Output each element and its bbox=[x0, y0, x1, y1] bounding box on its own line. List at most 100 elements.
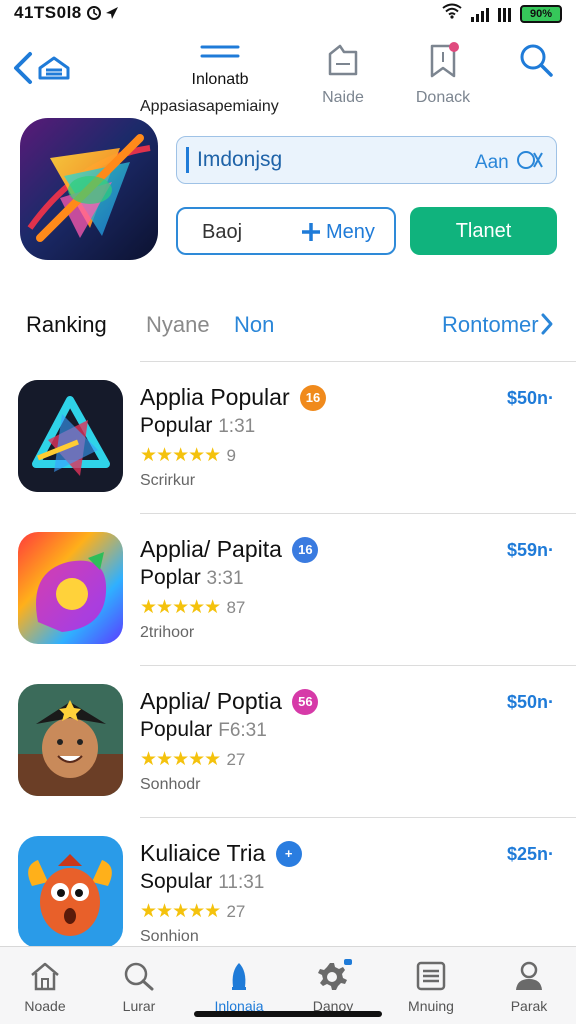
search-input[interactable] bbox=[197, 143, 437, 177]
bottom-tab-label: Lurar bbox=[122, 998, 156, 1014]
app-meta: 2trihoor bbox=[140, 624, 195, 641]
bottom-tab-updates[interactable]: Danoy bbox=[288, 953, 378, 1014]
app-title: Applia Popular 16 bbox=[140, 384, 326, 411]
stars-icon: ★★★★★ bbox=[140, 749, 221, 770]
app-title-text: Applia/ Poptia bbox=[140, 688, 282, 714]
gear-badge-icon bbox=[314, 959, 352, 996]
app-icon bbox=[18, 380, 123, 492]
app-title-text: Applia/ Papita bbox=[140, 536, 282, 562]
tab-nyane[interactable]: Nyane bbox=[146, 312, 210, 338]
nav-action-naide[interactable]: Naide bbox=[300, 42, 386, 107]
app-meta: Sonhion bbox=[140, 928, 199, 945]
stars-icon: ★★★★★ bbox=[140, 901, 221, 922]
rating-count: 9 bbox=[226, 446, 236, 465]
outline-button-left-label: Baoj bbox=[202, 221, 243, 243]
list-doc-icon bbox=[415, 961, 447, 996]
nav-subtitle: Appasiasapemiainy bbox=[140, 98, 279, 115]
app-badge: + bbox=[275, 841, 302, 867]
list-item[interactable]: Applia/ Papita 16 Poplar 3:31 ★★★★★ 87 2… bbox=[0, 514, 576, 666]
bottom-tab-label: Parak bbox=[510, 998, 548, 1014]
app-icon bbox=[18, 836, 123, 948]
rocket-icon bbox=[223, 961, 255, 996]
wifi-icon bbox=[442, 3, 462, 24]
app-title: Kuliaice Tria + bbox=[140, 840, 302, 867]
app-price[interactable]: $50n· bbox=[507, 388, 554, 409]
app-title: Applia/ Papita 16 bbox=[140, 536, 319, 563]
bottom-tab-profile[interactable]: Parak bbox=[484, 953, 574, 1014]
nav-search-button[interactable] bbox=[510, 42, 562, 83]
search-icon bbox=[518, 42, 554, 83]
nav-center-title-group: Inlonatb Appasiasapemiainy bbox=[140, 44, 300, 115]
app-subtitle-text: Popular bbox=[140, 414, 213, 437]
text-caret bbox=[186, 147, 189, 173]
rating-count: 27 bbox=[226, 902, 246, 921]
list-item[interactable]: Applia/ Poptia 56 Popular F6:31 ★★★★★ 27… bbox=[0, 666, 576, 818]
status-time: 41TS0l8 bbox=[14, 3, 82, 22]
outline-button-right-label: Meny bbox=[326, 221, 375, 243]
bottom-tab-active[interactable]: Inlonaia bbox=[194, 953, 284, 1014]
person-icon bbox=[513, 961, 545, 996]
bottom-tab-list[interactable]: Mnuing bbox=[386, 953, 476, 1014]
app-subtitle: Popular 1:31 bbox=[140, 414, 255, 438]
plus-icon bbox=[300, 221, 322, 248]
bookmark-flag-icon bbox=[426, 42, 460, 83]
featured-app-icon[interactable] bbox=[20, 118, 158, 260]
clear-x-icon bbox=[516, 149, 544, 177]
app-badge: 56 bbox=[292, 689, 319, 715]
stars-icon: ★★★★★ bbox=[140, 597, 221, 618]
bottom-tab-home[interactable]: Noade bbox=[0, 953, 90, 1014]
nav-action-label: Donack bbox=[415, 89, 471, 106]
home-icon bbox=[29, 961, 61, 996]
cellular-icon bbox=[498, 6, 511, 22]
search-icon bbox=[123, 961, 155, 996]
home-indicator[interactable] bbox=[194, 1011, 382, 1017]
bottom-tab-search[interactable]: Lurar bbox=[94, 953, 184, 1014]
star-rating: ★★★★★ 27 bbox=[140, 748, 245, 771]
top-navigation: Inlonatb Appasiasapemiainy Naide Donack bbox=[0, 36, 576, 116]
app-subtitle-extra: 3:31 bbox=[206, 568, 244, 589]
app-subtitle: Popular F6:31 bbox=[140, 718, 267, 742]
star-rating: ★★★★★ 27 bbox=[140, 900, 245, 923]
app-price[interactable]: $59n· bbox=[507, 540, 554, 561]
back-chevron-store-icon bbox=[12, 52, 76, 92]
app-list: Applia Popular 16 Popular 1:31 ★★★★★ 9 S… bbox=[0, 362, 576, 970]
primary-green-button[interactable]: Tlanet bbox=[410, 207, 557, 255]
app-subtitle-extra: 11:31 bbox=[218, 872, 265, 893]
app-subtitle-text: Sopular bbox=[140, 870, 213, 893]
bookmark-hand-icon bbox=[326, 42, 360, 83]
app-price[interactable]: $50n· bbox=[507, 692, 554, 713]
category-tabs: Ranking Nyane Non Rontomer bbox=[0, 300, 576, 348]
search-aux-control[interactable]: Aan bbox=[475, 149, 544, 177]
signal-bars-icon bbox=[471, 6, 489, 22]
app-subtitle: Sopular 11:31 bbox=[140, 870, 264, 894]
see-all-link[interactable]: Rontomer bbox=[442, 312, 539, 338]
nav-action-label: Naide bbox=[322, 89, 364, 106]
battery-indicator: 90% bbox=[520, 4, 562, 23]
app-subtitle-extra: 1:31 bbox=[218, 416, 256, 437]
search-field[interactable]: Aan bbox=[176, 136, 557, 184]
app-title: Applia/ Poptia 56 bbox=[140, 688, 319, 715]
rating-count: 27 bbox=[226, 750, 246, 769]
app-icon bbox=[18, 684, 123, 796]
chevron-right-icon[interactable] bbox=[540, 312, 554, 343]
menu-outline-button[interactable]: Baoj Meny bbox=[176, 207, 396, 255]
bottom-tab-label: Noade bbox=[24, 998, 66, 1014]
app-badge: 16 bbox=[300, 385, 326, 411]
nav-title: Inlonatb bbox=[191, 71, 249, 88]
bottom-tab-label: Mnuing bbox=[408, 998, 454, 1014]
app-subtitle-text: Popular bbox=[140, 718, 213, 741]
menu-lines-icon bbox=[200, 44, 240, 65]
nav-action-donack[interactable]: Donack bbox=[400, 42, 486, 107]
tab-ranking[interactable]: Ranking bbox=[26, 312, 107, 338]
app-price[interactable]: $25n· bbox=[507, 844, 554, 865]
back-button[interactable] bbox=[12, 48, 76, 88]
app-icon bbox=[18, 532, 123, 644]
list-item[interactable]: Applia Popular 16 Popular 1:31 ★★★★★ 9 S… bbox=[0, 362, 576, 514]
app-title-text: Kuliaice Tria bbox=[140, 840, 266, 866]
app-subtitle-extra: F6:31 bbox=[218, 720, 267, 741]
tab-non[interactable]: Non bbox=[234, 312, 274, 338]
rating-count: 87 bbox=[226, 598, 246, 617]
app-subtitle-text: Poplar bbox=[140, 566, 201, 589]
status-bar: 41TS0l8 90% bbox=[0, 0, 576, 26]
location-arrow-icon bbox=[86, 4, 122, 27]
